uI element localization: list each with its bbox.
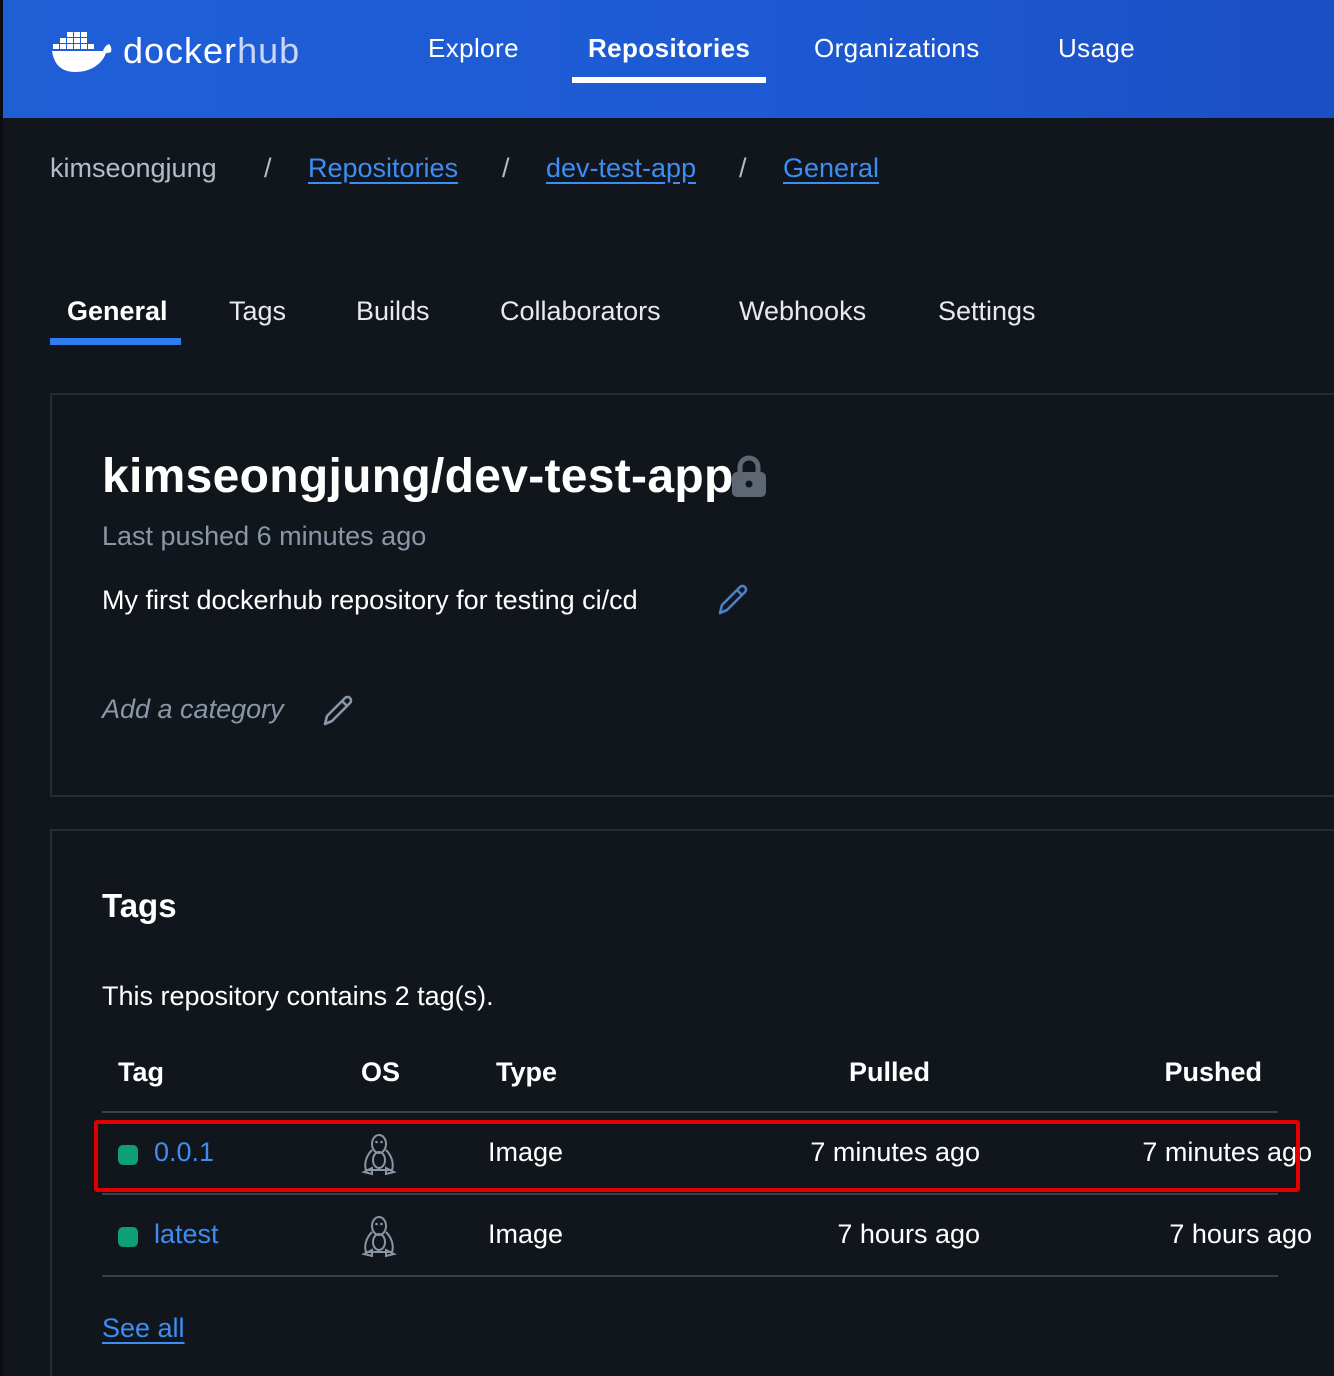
window-left-edge [0,118,3,1376]
breadcrumb-separator: / [264,153,272,183]
breadcrumb-repo-link[interactable]: dev-test-app [546,153,696,184]
nav-repositories[interactable]: Repositories [588,33,750,64]
column-header-pulled: Pulled [848,1057,930,1087]
tag-pushed: 7 hours ago [1169,1219,1312,1249]
tag-count-text: This repository contains 2 tag(s). [102,981,494,1011]
nav-usage[interactable]: Usage [1058,33,1135,64]
nav-explore[interactable]: Explore [428,33,519,64]
table-divider [102,1193,1278,1195]
add-category-field[interactable]: Add a category [102,694,284,725]
breadcrumb-separator: / [502,153,510,183]
linux-tux-icon [361,1216,397,1258]
repository-info-card: kimseongjung/dev-test-app Last pushed 6 … [50,393,1334,797]
tab-general[interactable]: General [67,296,168,327]
tag-type: Image [488,1219,564,1249]
tags-card: Tags This repository contains 2 tag(s). … [50,829,1334,1376]
top-navigation-bar: dockerhub Explore Repositories Organizat… [0,0,1334,118]
edit-description-pencil-icon[interactable] [712,581,752,621]
tag-pulled: 7 hours ago [837,1219,980,1249]
tab-settings[interactable]: Settings [938,296,1036,327]
column-header-pushed: Pushed [1164,1057,1262,1087]
brand-hub-text: hub [237,30,301,71]
breadcrumb-namespace: kimseongjung [50,153,217,183]
edit-category-pencil-icon[interactable] [317,692,357,732]
tag-status-indicator [118,1227,138,1247]
docker-whale-icon [52,32,112,72]
last-pushed-text: Last pushed 6 minutes ago [102,521,427,551]
tab-webhooks[interactable]: Webhooks [739,296,866,327]
lock-icon [732,455,766,497]
nav-active-indicator [572,77,766,83]
dockerhub-logo[interactable]: dockerhub [51,26,300,76]
table-divider [102,1275,1278,1277]
repository-title: kimseongjung/dev-test-app [102,450,734,503]
nav-organizations[interactable]: Organizations [814,33,980,64]
breadcrumb-general-link[interactable]: General [783,153,879,184]
see-all-tags-link[interactable]: See all [102,1313,185,1344]
breadcrumb-separator: / [739,153,747,183]
tags-heading: Tags [102,887,177,924]
tab-tags[interactable]: Tags [229,296,286,327]
column-header-os: OS [361,1057,401,1087]
column-header-type: Type [496,1057,558,1087]
brand-wordmark: dockerhub [123,33,300,69]
column-header-tag: Tag [118,1057,164,1087]
breadcrumb-repositories-link[interactable]: Repositories [308,153,458,184]
repository-description: My first dockerhub repository for testin… [102,585,638,615]
tab-collaborators[interactable]: Collaborators [500,296,661,327]
tab-builds[interactable]: Builds [356,296,430,327]
tab-active-indicator [50,338,181,345]
brand-docker-text: docker [123,30,238,71]
tag-link[interactable]: latest [154,1219,219,1250]
table-divider [102,1111,1278,1113]
table-row[interactable]: latest Image 7 hours ago 7 hours ago [102,1196,1312,1276]
highlight-box [94,1120,1300,1192]
